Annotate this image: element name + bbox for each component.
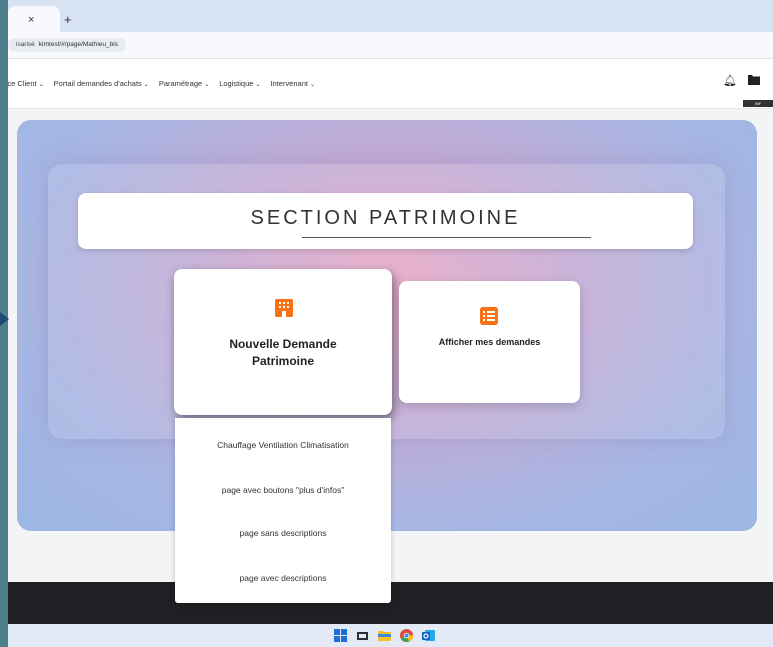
nav-item-service-client[interactable]: vice Client⌄ bbox=[8, 79, 44, 88]
list-icon bbox=[480, 307, 498, 325]
dropdown-item-sans-descriptions[interactable]: page sans descriptions bbox=[175, 528, 391, 538]
chevron-down-icon: ⌄ bbox=[204, 82, 210, 88]
title-underline bbox=[302, 237, 591, 238]
nav-item-logistique[interactable]: Logistique ⌄ bbox=[219, 79, 260, 88]
new-request-dropdown-menu: Chauffage Ventilation Climatisation page… bbox=[175, 418, 391, 603]
nav-item-intervenant[interactable]: Intervenant ⌄ bbox=[270, 79, 315, 88]
close-tab-icon[interactable]: × bbox=[28, 14, 34, 26]
chevron-down-icon: ⌄ bbox=[38, 82, 44, 88]
nav-item-label: Logistique bbox=[219, 79, 254, 88]
app-navigation: vice Client⌄ Portail demandes d'achats⌄ … bbox=[8, 59, 773, 109]
building-icon bbox=[275, 299, 293, 317]
screen: × + isarisékimtest/#/page/Mathieu_bis vi… bbox=[8, 0, 773, 647]
nav-item-parametrage[interactable]: Paramétrage ⌄ bbox=[159, 79, 209, 88]
nav-item-label: Portail demandes d'achats bbox=[53, 79, 142, 88]
new-patrimoine-request-card[interactable]: Nouvelle Demande Patrimoine bbox=[174, 269, 392, 415]
address-bar: isarisé kimtest/#/page/Mathieu_bis bbox=[8, 32, 773, 59]
dropdown-item-avec-descriptions[interactable]: page avec descriptions bbox=[175, 573, 391, 583]
task-view-icon[interactable] bbox=[356, 629, 369, 642]
outlook-icon[interactable] bbox=[422, 629, 435, 642]
windows-start-icon[interactable] bbox=[334, 629, 347, 642]
show-my-requests-card[interactable]: Afficher mes demandes bbox=[399, 281, 580, 403]
chevron-down-icon: ⌄ bbox=[309, 82, 316, 88]
site-info-label[interactable]: isarisé bbox=[16, 41, 35, 48]
browser-tab[interactable]: × bbox=[8, 6, 60, 32]
nav-item-label: vice Client bbox=[8, 79, 37, 88]
folder-icon[interactable] bbox=[748, 74, 760, 88]
chevron-down-icon: ⌄ bbox=[255, 82, 261, 88]
page-title: SECTION PATRIMOINE bbox=[250, 207, 521, 229]
dropdown-item-cvc[interactable]: Chauffage Ventilation Climatisation bbox=[175, 440, 391, 450]
chevron-down-icon: ⌄ bbox=[143, 82, 149, 88]
nav-item-portail-demandes[interactable]: Portail demandes d'achats ⌄ bbox=[54, 79, 149, 88]
file-explorer-icon[interactable] bbox=[378, 629, 391, 642]
bell-icon[interactable]: 🔔︎ bbox=[723, 74, 737, 87]
section-title-card: SECTION PATRIMOINE bbox=[78, 193, 693, 249]
card-label: Nouvelle Demande Patrimoine bbox=[229, 337, 337, 368]
folder-badge: INF bbox=[743, 100, 773, 107]
url-field[interactable]: isarisé kimtest/#/page/Mathieu_bis bbox=[8, 38, 126, 52]
url-text: kimtest/#/page/Mathieu_bis bbox=[38, 41, 118, 48]
nav-item-label: Paramétrage bbox=[158, 79, 203, 88]
chrome-icon[interactable] bbox=[400, 629, 414, 642]
card-label: Afficher mes demandes bbox=[438, 337, 541, 347]
pointer-arrow-icon bbox=[0, 312, 9, 326]
new-tab-button[interactable]: + bbox=[64, 12, 72, 27]
browser-tab-strip: × + bbox=[8, 0, 773, 32]
taskbar bbox=[8, 624, 773, 647]
dropdown-item-plus-infos[interactable]: page avec boutons "plus d'infos" bbox=[175, 485, 391, 495]
nav-item-label: Intervenant bbox=[270, 79, 308, 88]
